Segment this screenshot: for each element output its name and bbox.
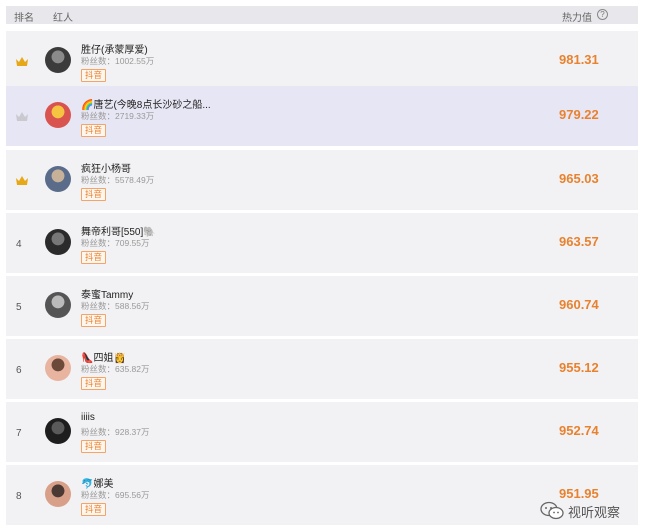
heat-value: 979.22: [559, 107, 599, 122]
table-row[interactable]: 7 iiiis 粉丝数：928.37万 抖音 952.74: [6, 402, 638, 462]
platform-badge: 抖音: [81, 440, 107, 453]
crown-icon: [16, 57, 28, 66]
avatar[interactable]: [45, 355, 71, 381]
avatar[interactable]: [45, 102, 71, 128]
table-row[interactable]: 🌈唐艺(今晚8点长沙砂之船... 粉丝数：2719.33万 抖音 979.22: [6, 86, 638, 146]
platform-badge: 抖音: [81, 503, 107, 516]
avatar[interactable]: [45, 481, 71, 507]
table-row[interactable]: 6 👠四姐👸 粉丝数：635.82万 抖音 955.12: [6, 339, 638, 399]
avatar[interactable]: [45, 418, 71, 444]
watermark: 视听观察: [540, 496, 620, 526]
creator-name[interactable]: 泰蜜Tammy: [81, 286, 133, 301]
table-row[interactable]: 疯狂小杨哥 粉丝数：5578.49万 抖音 965.03: [6, 150, 638, 210]
heat-value: 963.57: [559, 234, 599, 249]
fans-count: 粉丝数：635.82万: [81, 364, 150, 374]
header-name: 红人: [53, 13, 73, 24]
fans-count: 粉丝数：1002.55万: [81, 56, 155, 66]
platform-badge: 抖音: [81, 377, 107, 390]
heat-value: 965.03: [559, 171, 599, 186]
table-header: 排名 红人 热力值 ?: [6, 6, 638, 24]
platform-badge: 抖音: [81, 314, 107, 327]
creator-name[interactable]: 🌈唐艺(今晚8点长沙砂之船...: [81, 96, 211, 111]
header-rank: 排名: [14, 13, 34, 24]
crown-icon: [16, 176, 28, 185]
table-row[interactable]: 5 泰蜜Tammy 粉丝数：588.56万 抖音 960.74: [6, 276, 638, 336]
creator-name[interactable]: 胜仔(承蒙厚爱): [81, 41, 148, 56]
fans-count: 粉丝数：588.56万: [81, 301, 150, 311]
rank-number: 5: [16, 302, 22, 313]
creator-name[interactable]: 🐬娜美: [81, 475, 113, 490]
fans-count: 粉丝数：928.37万: [81, 427, 150, 437]
rank-number: 4: [16, 239, 22, 250]
heat-value: 952.74: [559, 423, 599, 438]
avatar[interactable]: [45, 229, 71, 255]
platform-badge: 抖音: [81, 69, 107, 82]
help-icon[interactable]: ?: [597, 9, 608, 20]
platform-badge: 抖音: [81, 251, 107, 264]
avatar[interactable]: [45, 47, 71, 73]
creator-name[interactable]: 舞帝利哥[550]🐘: [81, 223, 156, 238]
header-heat[interactable]: 热力值: [562, 9, 592, 24]
fans-count: 粉丝数：695.56万: [81, 490, 150, 500]
wechat-icon: [540, 501, 564, 520]
heat-value: 960.74: [559, 297, 599, 312]
watermark-text: 视听观察: [568, 504, 621, 520]
rank-number: 8: [16, 491, 22, 502]
fans-count: 粉丝数：5578.49万: [81, 175, 155, 185]
creator-name[interactable]: 疯狂小杨哥: [81, 160, 131, 175]
rank-number: 7: [16, 428, 22, 439]
avatar[interactable]: [45, 292, 71, 318]
rank-number: 6: [16, 365, 22, 376]
heat-value: 981.31: [559, 52, 599, 67]
fans-count: 粉丝数：2719.33万: [81, 111, 155, 121]
crown-icon: [16, 112, 28, 121]
platform-badge: 抖音: [81, 124, 107, 137]
avatar[interactable]: [45, 166, 71, 192]
table-row[interactable]: 4 舞帝利哥[550]🐘 粉丝数：709.55万 抖音 963.57: [6, 213, 638, 273]
platform-badge: 抖音: [81, 188, 107, 201]
fans-count: 粉丝数：709.55万: [81, 238, 150, 248]
creator-name[interactable]: iiiis: [81, 412, 95, 423]
table-row[interactable]: 胜仔(承蒙厚爱) 粉丝数：1002.55万 抖音 981.31: [6, 31, 638, 91]
heat-value: 955.12: [559, 360, 599, 375]
creator-name[interactable]: 👠四姐👸: [81, 349, 126, 364]
